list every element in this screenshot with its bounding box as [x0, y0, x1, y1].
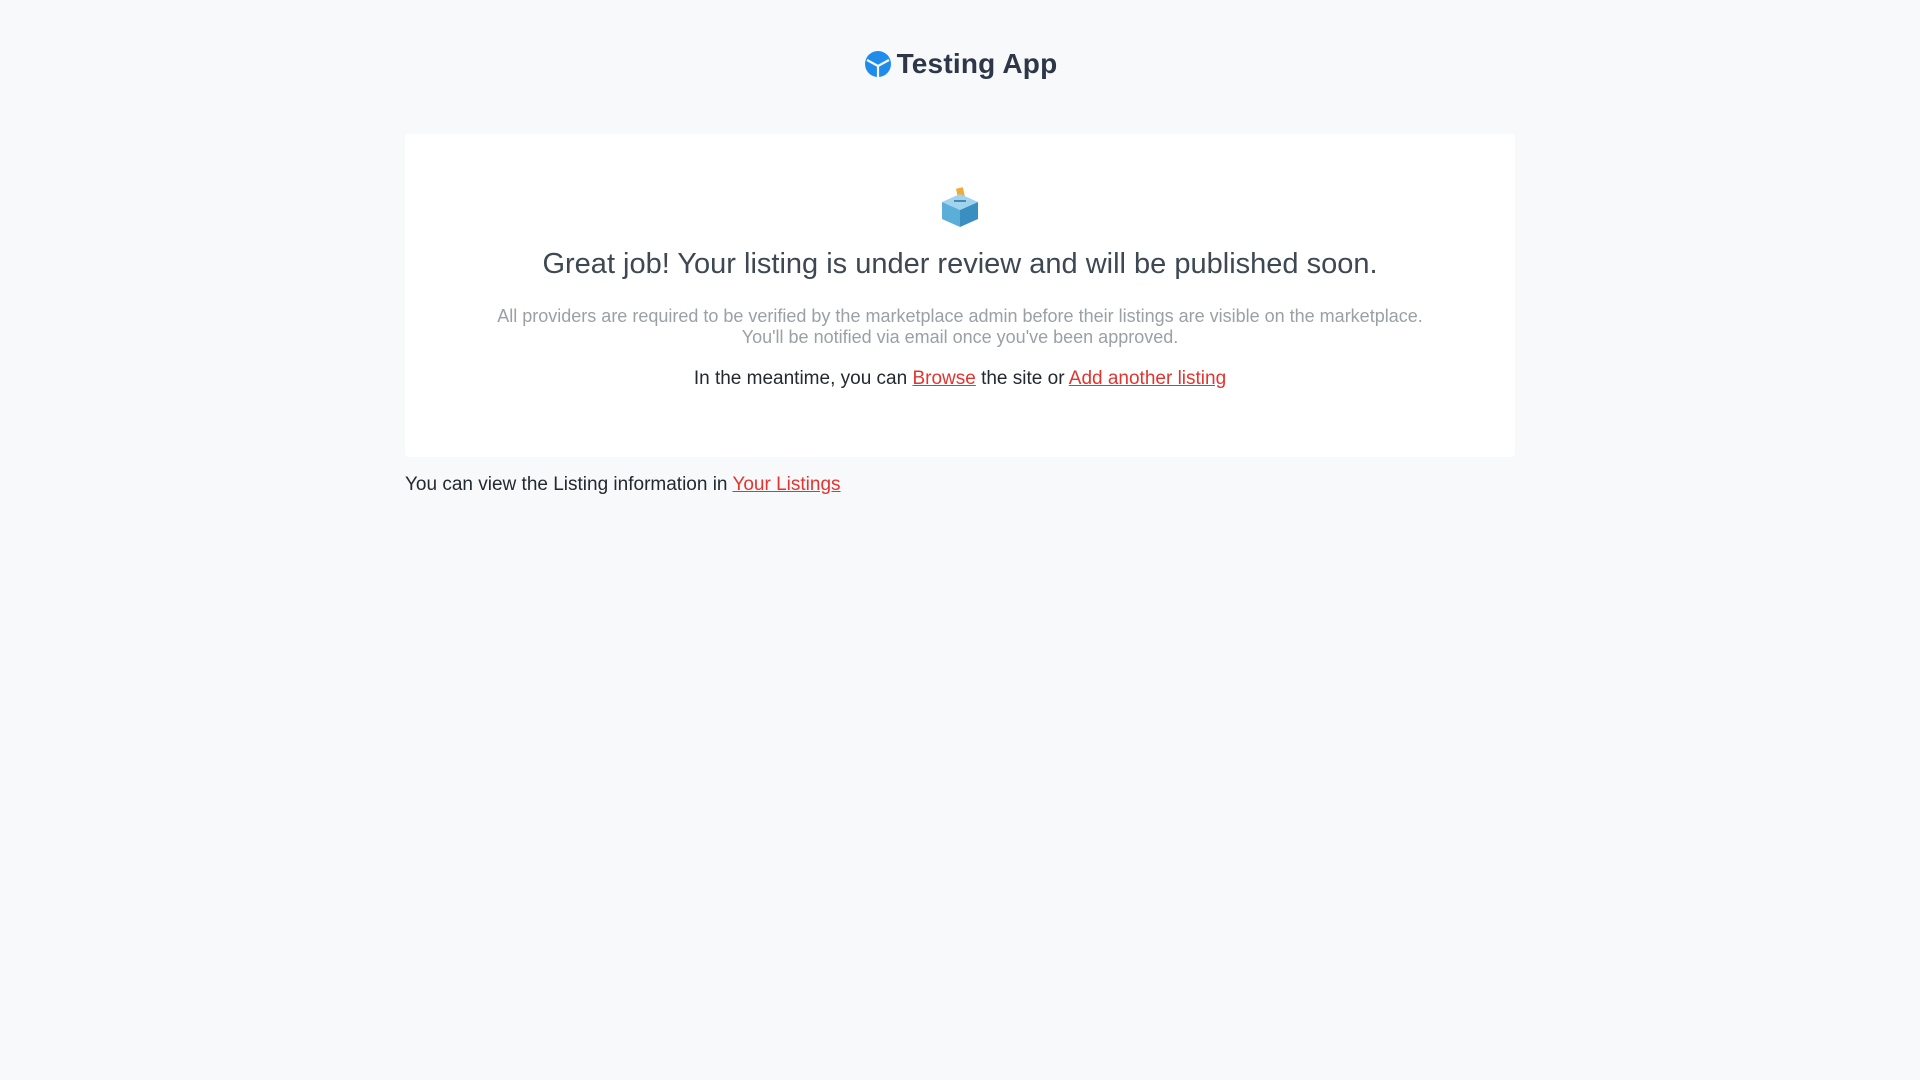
next-steps-text: In the meantime, you can Browse the site…	[405, 368, 1515, 390]
confirmation-card: Great job! Your listing is under review …	[405, 134, 1515, 457]
app-name[interactable]: Testing App	[897, 48, 1058, 80]
ballot-box-icon	[940, 186, 980, 228]
listing-info-note: You can view the Listing information in …	[405, 474, 841, 496]
your-listings-link[interactable]: Your Listings	[732, 474, 840, 495]
app-header: Testing App	[0, 48, 1920, 80]
description-line-2: You'll be notified via email once you've…	[741, 327, 1179, 347]
verification-description: All providers are required to be verifie…	[405, 306, 1515, 348]
logo-icon	[863, 49, 893, 79]
meantime-middle: the site or	[975, 368, 1069, 389]
add-another-listing-link[interactable]: Add another listing	[1069, 368, 1226, 389]
footer-prefix: You can view the Listing information in	[405, 474, 733, 495]
success-headline: Great job! Your listing is under review …	[542, 248, 1378, 280]
description-line-1: All providers are required to be verifie…	[497, 306, 1423, 326]
meantime-prefix: In the meantime, you can	[693, 368, 913, 389]
browse-link[interactable]: Browse	[912, 368, 975, 389]
